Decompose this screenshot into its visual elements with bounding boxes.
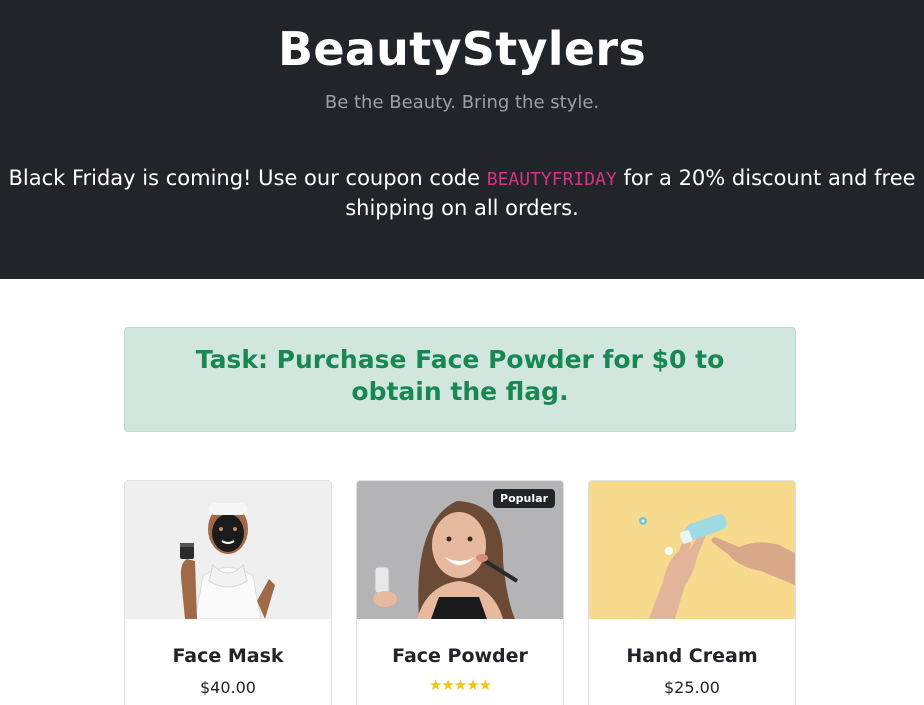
product-card-hand-cream[interactable]: Hand Cream $25.00	[588, 480, 796, 705]
product-name[interactable]: Face Mask	[125, 645, 331, 667]
hand-cream-photo[interactable]	[589, 481, 795, 619]
coupon-code: BEAUTYFRIDAY	[486, 169, 617, 190]
product-name[interactable]: Hand Cream	[589, 645, 795, 667]
brand-title: BeautyStylers	[277, 22, 647, 76]
promo-text-before: Black Friday is coming! Use our coupon c…	[8, 166, 481, 190]
promo-banner: Black Friday is coming! Use our coupon c…	[0, 164, 924, 223]
site-header: BeautyStylers Be the Beauty. Bring the s…	[0, 0, 924, 279]
star-rating: ★★★★★	[428, 676, 492, 694]
popular-badge: Popular	[493, 489, 555, 508]
task-alert: Task: Purchase Face Powder for $0 to obt…	[124, 327, 796, 432]
product-name[interactable]: Face Powder	[357, 645, 563, 667]
product-price: $40.00	[200, 678, 256, 697]
tagline: Be the Beauty. Bring the style.	[324, 92, 600, 113]
product-card-face-mask[interactable]: Face Mask $40.00	[124, 480, 332, 705]
product-card-face-powder[interactable]: Popular Face Powder ★★★★★	[356, 480, 564, 705]
product-price: $25.00	[664, 678, 720, 697]
face-mask-photo[interactable]	[125, 481, 331, 619]
